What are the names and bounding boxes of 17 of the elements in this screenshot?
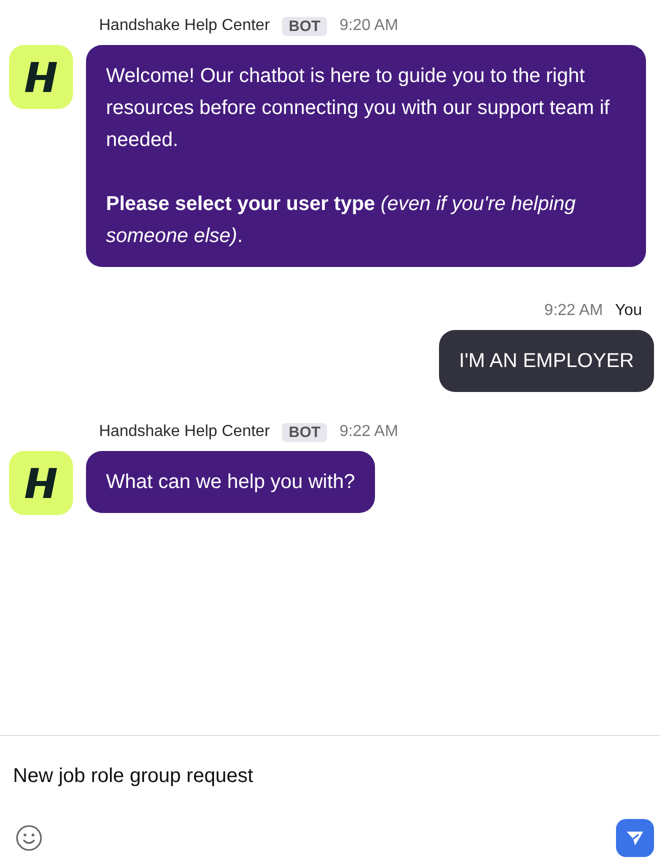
message-time: 9:22 AM bbox=[339, 423, 398, 441]
sender-name: Handshake Help Center bbox=[99, 17, 270, 35]
send-button[interactable] bbox=[616, 819, 654, 857]
sender-name: You bbox=[615, 302, 642, 320]
logo-icon bbox=[9, 45, 73, 109]
message-input[interactable]: New job role group request bbox=[13, 762, 654, 790]
sender-name: Handshake Help Center bbox=[99, 423, 270, 441]
message-time: 9:22 AM bbox=[544, 302, 603, 320]
message-text: Welcome! Our chatbot is here to guide you to the right resources before connecting you with our support team if needed. bbox=[106, 64, 611, 153]
emoji-icon[interactable] bbox=[15, 824, 43, 852]
message-text: I'M AN EMPLOYER bbox=[459, 349, 634, 374]
message-time: 9:20 AM bbox=[339, 17, 398, 35]
bot-badge: BOT bbox=[282, 16, 328, 36]
bot-badge: BOT bbox=[282, 422, 328, 442]
logo-icon bbox=[9, 451, 73, 515]
message-text: What can we help you with? bbox=[106, 470, 356, 495]
message-text: Please select your user type (even if you're helping someone else). bbox=[106, 192, 577, 249]
